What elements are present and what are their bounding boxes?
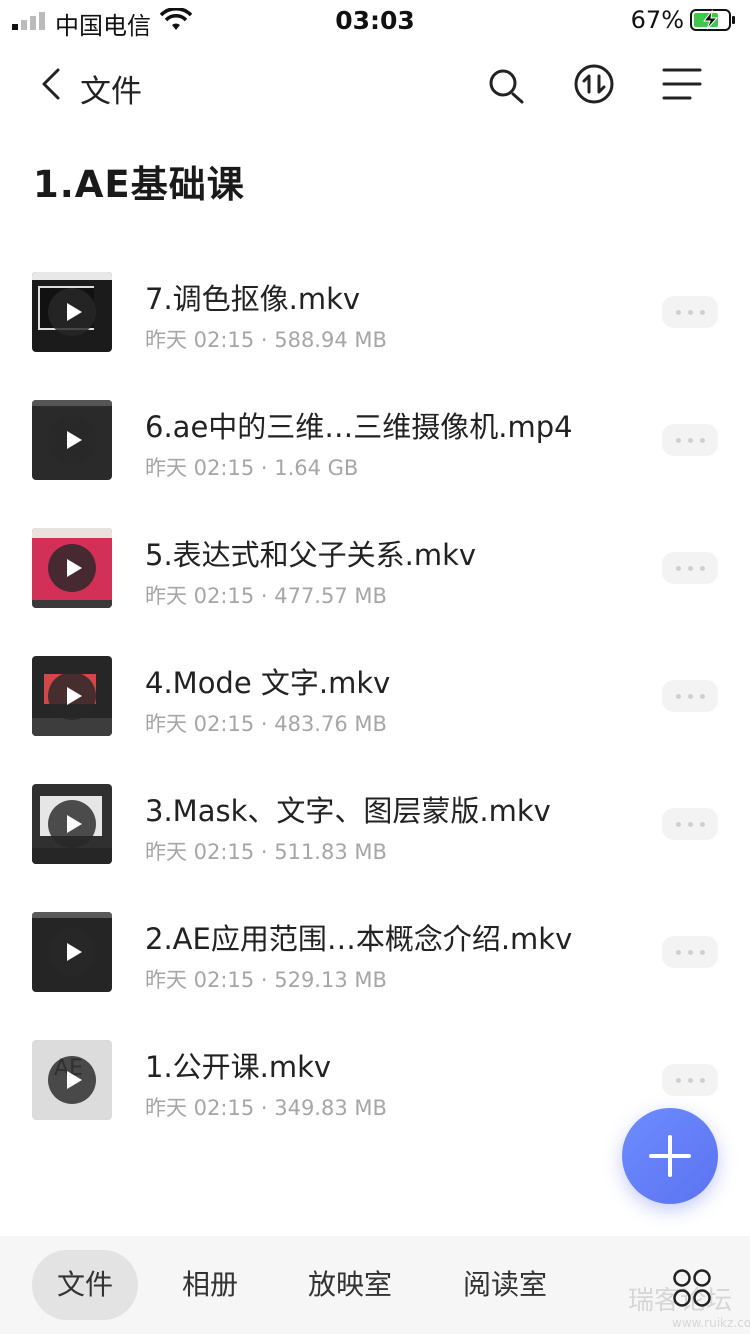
tab-bar: 文件 相册 放映室 阅读室 瑞客论坛 www.ruikz.com (0, 1236, 750, 1334)
file-meta: 昨天 02:15 · 529.13 MB (145, 968, 387, 992)
apps-grid-icon[interactable] (672, 1268, 712, 1308)
file-row[interactable]: 3.Mask、文字、图层蒙版.mkv 昨天 02:15 · 511.83 MB (0, 760, 750, 888)
back-arrow-icon[interactable] (36, 64, 66, 104)
video-thumbnail (32, 400, 112, 480)
play-icon (48, 416, 96, 464)
battery-charging-icon (690, 9, 735, 31)
file-meta: 昨天 02:15 · 588.94 MB (145, 328, 387, 352)
play-icon (48, 544, 96, 592)
watermark-url: www.ruikz.com (672, 1316, 750, 1330)
video-thumbnail (32, 784, 112, 864)
file-row[interactable]: 5.表达式和父子关系.mkv 昨天 02:15 · 477.57 MB (0, 504, 750, 632)
file-meta: 昨天 02:15 · 477.57 MB (145, 584, 387, 608)
more-options-button[interactable] (662, 424, 718, 456)
sort-icon[interactable] (572, 62, 616, 106)
video-thumbnail (32, 912, 112, 992)
play-icon (48, 672, 96, 720)
file-meta: 昨天 02:15 · 349.83 MB (145, 1096, 387, 1120)
file-name: 1.公开课.mkv (145, 1050, 332, 1084)
search-icon[interactable] (484, 64, 528, 108)
file-row[interactable]: 6.ae中的三维…三维摄像机.mp4 昨天 02:15 · 1.64 GB (0, 376, 750, 504)
video-thumbnail (32, 528, 112, 608)
file-meta: 昨天 02:15 · 483.76 MB (145, 712, 387, 736)
file-row[interactable]: 4.Mode 文字.mkv 昨天 02:15 · 483.76 MB (0, 632, 750, 760)
more-options-button[interactable] (662, 1064, 718, 1096)
file-name: 4.Mode 文字.mkv (145, 666, 391, 700)
file-row[interactable]: 7.调色抠像.mkv 昨天 02:15 · 588.94 MB (0, 248, 750, 376)
file-row[interactable]: 2.AE应用范围…本概念介绍.mkv 昨天 02:15 · 529.13 MB (0, 888, 750, 1016)
battery-percentage: 67% (630, 6, 684, 34)
nav-bar: 文件 (0, 52, 750, 116)
play-icon (48, 928, 96, 976)
file-name: 7.调色抠像.mkv (145, 282, 361, 316)
tab-album[interactable]: 相册 (160, 1250, 260, 1320)
more-options-button[interactable] (662, 680, 718, 712)
tab-theater[interactable]: 放映室 (290, 1250, 410, 1320)
add-button[interactable] (622, 1108, 718, 1204)
menu-icon[interactable] (660, 66, 704, 102)
video-thumbnail: AE (32, 1040, 112, 1120)
file-name: 5.表达式和父子关系.mkv (145, 538, 477, 572)
play-icon (48, 1056, 96, 1104)
more-options-button[interactable] (662, 296, 718, 328)
video-thumbnail (32, 656, 112, 736)
folder-title: 1.AE基础课 (33, 163, 245, 206)
status-bar: 中国电信 03:03 67% (0, 0, 750, 40)
file-list: 7.调色抠像.mkv 昨天 02:15 · 588.94 MB 6.ae中的三维… (0, 248, 750, 1144)
tab-files[interactable]: 文件 (32, 1250, 138, 1320)
more-options-button[interactable] (662, 936, 718, 968)
more-options-button[interactable] (662, 808, 718, 840)
file-name: 3.Mask、文字、图层蒙版.mkv (145, 794, 551, 828)
file-meta: 昨天 02:15 · 1.64 GB (145, 456, 359, 480)
file-name: 2.AE应用范围…本概念介绍.mkv (145, 922, 573, 956)
file-name: 6.ae中的三维…三维摄像机.mp4 (145, 410, 573, 444)
file-meta: 昨天 02:15 · 511.83 MB (145, 840, 387, 864)
more-options-button[interactable] (662, 552, 718, 584)
play-icon (48, 288, 96, 336)
video-thumbnail (32, 272, 112, 352)
nav-title: 文件 (80, 74, 142, 110)
play-icon (48, 800, 96, 848)
tab-reading-room[interactable]: 阅读室 (445, 1250, 565, 1320)
